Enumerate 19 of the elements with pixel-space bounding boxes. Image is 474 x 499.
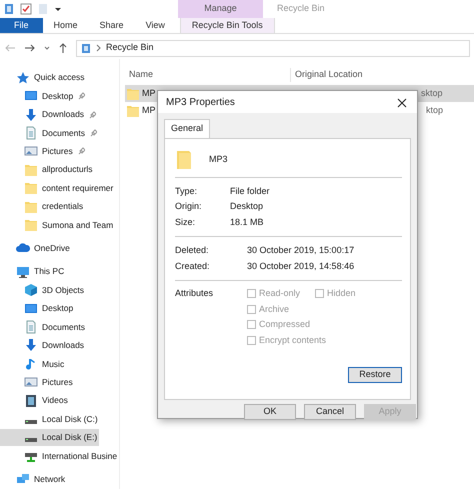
file-name: MP [142, 86, 156, 100]
field-label: Origin: [175, 200, 203, 213]
field-value: 30 October 2019, 15:00:17 [247, 244, 354, 257]
field-value: 18.1 MB [230, 216, 264, 228]
attributes-label: Attributes [175, 287, 214, 300]
item-name: MP3 [209, 152, 228, 166]
field-label: Type: [175, 184, 198, 198]
field-label: Created: [175, 260, 211, 272]
file-name: MP [142, 104, 156, 117]
dialog-title: MP3 Properties [166, 96, 235, 110]
window-title: Recycle Bin [276, 2, 326, 16]
field-value: File folder [230, 184, 270, 198]
field-label: Size: [175, 216, 196, 228]
field-label: Deleted: [175, 244, 210, 257]
context-tab-group-label: Manage [178, 0, 263, 18]
original-location: ktop [426, 104, 444, 117]
field-value: Desktop [230, 200, 264, 213]
original-location: sktop [421, 86, 443, 100]
field-value: 30 October 2019, 14:58:46 [247, 260, 354, 272]
